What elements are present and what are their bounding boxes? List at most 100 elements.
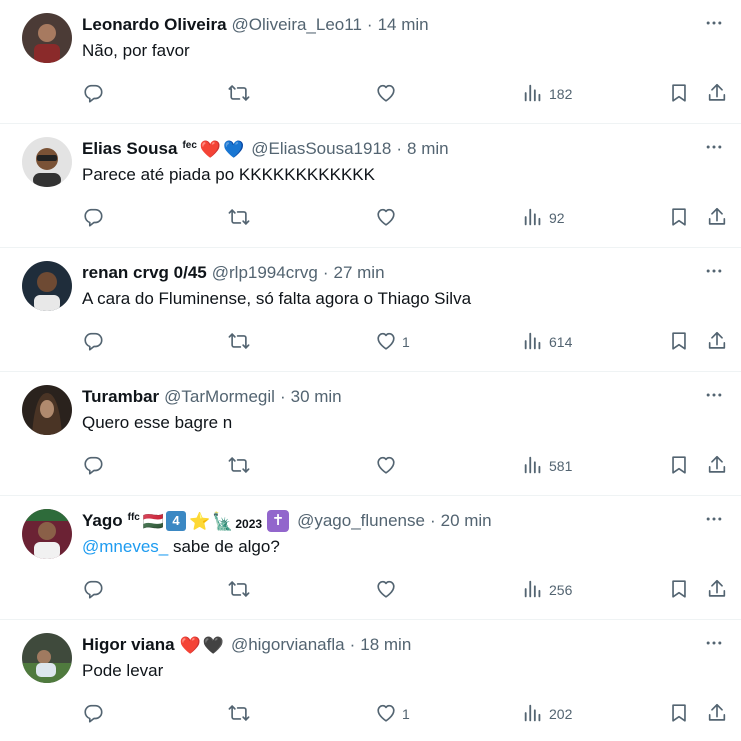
user-handle[interactable]: @rlp1994crvg	[212, 263, 318, 283]
reply-icon	[82, 330, 104, 355]
like-button[interactable]	[375, 451, 402, 481]
retweet-icon	[228, 330, 250, 355]
reply-button[interactable]	[82, 699, 104, 729]
action-bar: 256	[82, 575, 729, 605]
retweet-button[interactable]	[228, 575, 250, 605]
bookmark-button[interactable]	[668, 203, 690, 233]
user-handle[interactable]: @higorvianafla	[231, 635, 345, 655]
reply-button[interactable]	[82, 327, 104, 357]
heart-icon	[375, 578, 397, 603]
timestamp[interactable]: 30 min	[291, 387, 342, 407]
like-button[interactable]	[375, 203, 402, 233]
views-icon	[522, 702, 544, 727]
separator: ·	[396, 139, 403, 158]
views-button[interactable]: 202	[522, 699, 572, 729]
avatar[interactable]	[22, 137, 72, 187]
share-button[interactable]	[706, 451, 728, 481]
like-count: 1	[402, 334, 410, 350]
display-name[interactable]: renan crvg 0/45	[82, 263, 207, 283]
reply-button[interactable]	[82, 451, 104, 481]
user-handle[interactable]: @EliasSousa1918	[251, 139, 391, 159]
views-icon	[522, 206, 544, 231]
more-icon[interactable]	[701, 134, 727, 160]
tweet[interactable]: Elias Sousa fec ❤️ 💙 @EliasSousa1918 · 8…	[0, 124, 741, 248]
views-button[interactable]: 256	[522, 575, 572, 605]
share-icon	[706, 206, 728, 231]
retweet-button[interactable]	[228, 79, 250, 109]
views-button[interactable]: 182	[522, 79, 572, 109]
more-icon[interactable]	[701, 382, 727, 408]
number-badge: 4	[166, 511, 187, 531]
bookmark-button[interactable]	[668, 575, 690, 605]
separator: ·	[366, 15, 373, 34]
bookmark-button[interactable]	[668, 699, 690, 729]
name-badges: ffc 🇭🇺 4 ⭐ 🗽 2023 ✝	[128, 510, 292, 532]
avatar[interactable]	[22, 633, 72, 683]
reply-button[interactable]	[82, 575, 104, 605]
timestamp[interactable]: 27 min	[334, 263, 385, 283]
mention-link[interactable]: @mneves_	[82, 537, 168, 556]
user-handle[interactable]: @TarMormegil	[164, 387, 275, 407]
share-button[interactable]	[706, 79, 728, 109]
retweet-button[interactable]	[228, 327, 250, 357]
tweet-text: A cara do Fluminense, só falta agora o T…	[82, 289, 472, 308]
retweet-icon	[228, 454, 250, 479]
views-button[interactable]: 581	[522, 451, 572, 481]
display-name[interactable]: Yago	[82, 511, 123, 531]
share-button[interactable]	[706, 327, 728, 357]
retweet-button[interactable]	[228, 451, 250, 481]
bookmark-button[interactable]	[668, 451, 690, 481]
avatar[interactable]	[22, 261, 72, 311]
share-button[interactable]	[706, 575, 728, 605]
share-button[interactable]	[706, 699, 728, 729]
separator: ·	[322, 263, 329, 282]
more-icon[interactable]	[701, 258, 727, 284]
like-button[interactable]: 1	[375, 327, 410, 357]
like-button[interactable]: 1	[375, 699, 410, 729]
timestamp[interactable]: 20 min	[441, 511, 492, 531]
bookmark-icon	[668, 702, 690, 727]
name-badges: ❤️ 🖤	[180, 637, 226, 654]
reply-button[interactable]	[82, 203, 104, 233]
views-button[interactable]: 92	[522, 203, 565, 233]
timestamp[interactable]: 18 min	[360, 635, 411, 655]
display-name[interactable]: Leonardo Oliveira	[82, 15, 227, 35]
user-handle[interactable]: @yago_flunense	[297, 511, 425, 531]
bookmark-button[interactable]	[668, 79, 690, 109]
retweet-icon	[228, 82, 250, 107]
avatar[interactable]	[22, 13, 72, 63]
retweet-icon	[228, 206, 250, 231]
separator: ·	[429, 511, 436, 530]
tweet[interactable]: Turambar @TarMormegil · 30 min Quero ess…	[0, 372, 741, 496]
display-name[interactable]: Elias Sousa	[82, 139, 177, 159]
tweet[interactable]: Higor viana ❤️ 🖤 @higorvianafla · 18 min…	[0, 620, 741, 741]
retweet-button[interactable]	[228, 699, 250, 729]
share-button[interactable]	[706, 203, 728, 233]
tweet[interactable]: Leonardo Oliveira @Oliveira_Leo11 · 14 m…	[0, 0, 741, 124]
tweet[interactable]: renan crvg 0/45 @rlp1994crvg · 27 min A …	[0, 248, 741, 372]
bookmark-button[interactable]	[668, 327, 690, 357]
more-icon[interactable]	[701, 630, 727, 656]
retweet-button[interactable]	[228, 203, 250, 233]
reply-button[interactable]	[82, 79, 104, 109]
blue-heart-icon: 💙	[223, 139, 245, 159]
avatar[interactable]	[22, 509, 72, 559]
more-icon[interactable]	[701, 506, 727, 532]
reply-icon	[82, 578, 104, 603]
tweet[interactable]: Yago ffc 🇭🇺 4 ⭐ 🗽 2023 ✝ @yago_flunense …	[0, 496, 741, 620]
user-handle[interactable]: @Oliveira_Leo11	[232, 15, 362, 35]
timestamp[interactable]: 8 min	[407, 139, 449, 159]
display-name[interactable]: Turambar	[82, 387, 159, 407]
display-name[interactable]: Higor viana	[82, 635, 175, 655]
avatar[interactable]	[22, 385, 72, 435]
like-button[interactable]	[375, 79, 402, 109]
bookmark-icon	[668, 578, 690, 603]
like-button[interactable]	[375, 575, 402, 605]
action-bar: 182	[82, 79, 729, 109]
views-button[interactable]: 614	[522, 327, 572, 357]
more-icon[interactable]	[701, 10, 727, 36]
timestamp[interactable]: 14 min	[378, 15, 429, 35]
action-bar: 1 614	[82, 327, 729, 357]
year-badge: 2023	[235, 517, 263, 531]
views-count: 614	[549, 334, 573, 350]
